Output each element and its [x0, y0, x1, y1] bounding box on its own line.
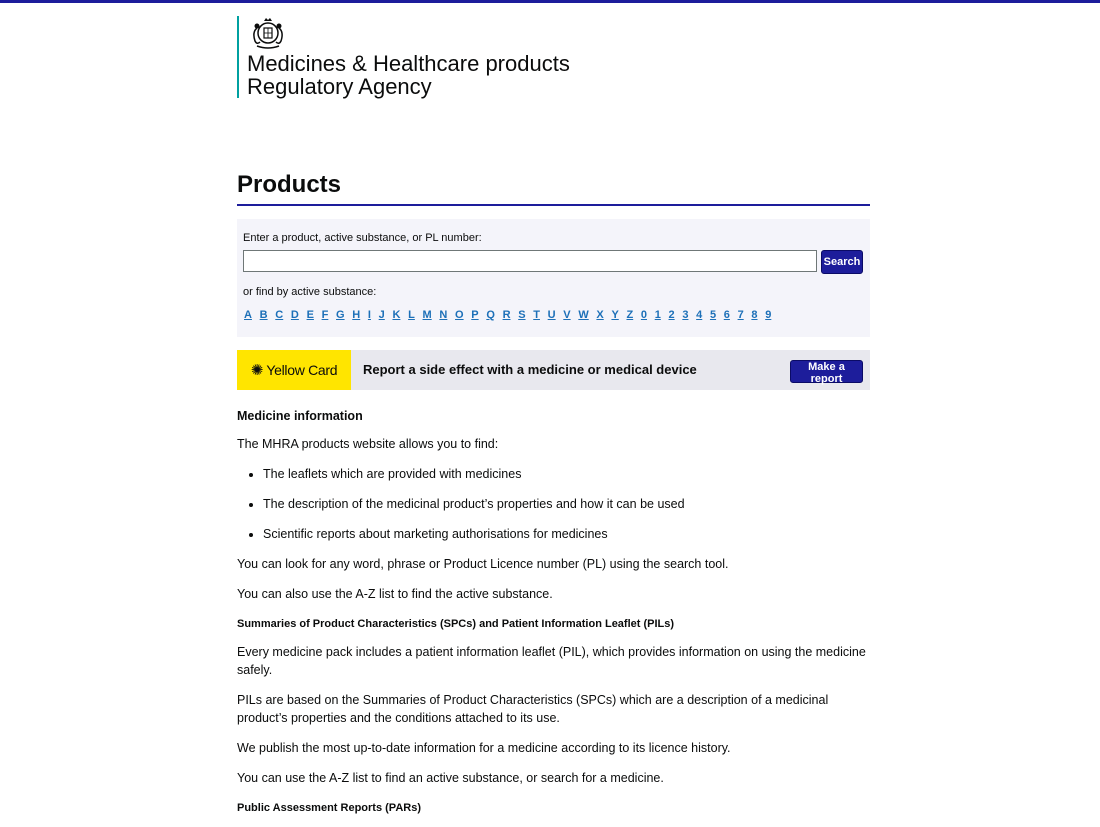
az-link-k[interactable]: K [392, 309, 400, 321]
page: Medicines & Healthcare products Regulato… [0, 3, 1100, 825]
az-link-2[interactable]: 2 [669, 309, 675, 321]
az-link-o[interactable]: O [455, 309, 464, 321]
az-link-j[interactable]: J [379, 309, 385, 321]
az-search-paragraph: You can use the A-Z list to find an acti… [237, 771, 664, 785]
az-link-r[interactable]: R [503, 309, 511, 321]
az-link-p[interactable]: P [471, 309, 478, 321]
az-link-8[interactable]: 8 [751, 309, 757, 321]
az-link-i[interactable]: I [368, 309, 371, 321]
az-label: or find by active substance: [243, 286, 377, 298]
az-link-b[interactable]: B [260, 309, 268, 321]
pil-paragraph: Every medicine pack includes a patient i… [237, 645, 866, 677]
search-panel: Enter a product, active substance, or PL… [237, 219, 870, 337]
az-link-y[interactable]: Y [611, 309, 618, 321]
page-title: Products [237, 171, 342, 198]
yellow-card-banner: ✺ Yellow Card Report a side effect with … [237, 350, 870, 390]
az-link-n[interactable]: N [439, 309, 447, 321]
az-link-s[interactable]: S [518, 309, 525, 321]
publish-paragraph: We publish the most up-to-date informati… [237, 741, 731, 755]
search-input[interactable] [243, 250, 817, 272]
feature-list: The leaflets which are provided with med… [237, 465, 870, 543]
mhra-logo[interactable]: Medicines & Healthcare products Regulato… [237, 16, 570, 98]
yellow-card-logo[interactable]: ✺ Yellow Card [237, 350, 351, 390]
az-list: ABCDEFGHIJKLMNOPQRSTUVWXYZ0123456789 [244, 309, 779, 321]
az-link-g[interactable]: G [336, 309, 345, 321]
az-link-t[interactable]: T [533, 309, 540, 321]
az-link-d[interactable]: D [291, 309, 299, 321]
make-a-report-button[interactable]: Make a report [790, 360, 863, 385]
az-link-q[interactable]: Q [486, 309, 495, 321]
az-link-m[interactable]: M [423, 309, 432, 321]
az-link-5[interactable]: 5 [710, 309, 716, 321]
az-link-x[interactable]: X [596, 309, 603, 321]
list-item: Scientific reports about marketing autho… [263, 525, 870, 543]
az-link-e[interactable]: E [307, 309, 314, 321]
az-link-a[interactable]: A [244, 309, 252, 321]
az-link-6[interactable]: 6 [724, 309, 730, 321]
az-link-1[interactable]: 1 [655, 309, 661, 321]
az-link-9[interactable]: 9 [765, 309, 771, 321]
par-heading: Public Assessment Reports (PARs) [237, 802, 421, 814]
search-button[interactable]: Search [821, 250, 863, 274]
az-link-4[interactable]: 4 [696, 309, 702, 321]
intro-paragraph: The MHRA products website allows you to … [237, 437, 499, 451]
search-label: Enter a product, active substance, or PL… [243, 232, 482, 244]
list-item: The leaflets which are provided with med… [263, 465, 870, 483]
az-link-c[interactable]: C [275, 309, 283, 321]
az-link-3[interactable]: 3 [682, 309, 688, 321]
az-link-7[interactable]: 7 [738, 309, 744, 321]
logo-text-line1: Medicines & Healthcare products [247, 51, 570, 76]
search-tool-paragraph: You can look for any word, phrase or Pro… [237, 557, 729, 571]
az-list-paragraph: You can also use the A-Z list to find th… [237, 587, 553, 601]
spc-paragraph: PILs are based on the Summaries of Produ… [237, 693, 829, 725]
az-link-f[interactable]: F [322, 309, 329, 321]
az-link-0[interactable]: 0 [641, 309, 647, 321]
az-link-h[interactable]: H [352, 309, 360, 321]
main-content: Medicine information The MHRA products w… [237, 407, 870, 827]
yellow-card-logo-text: Yellow Card [266, 362, 338, 378]
az-link-z[interactable]: Z [626, 309, 633, 321]
az-link-l[interactable]: L [408, 309, 415, 321]
yellow-card-sun-icon: ✺ [250, 362, 264, 379]
medicine-information-heading: Medicine information [237, 409, 363, 423]
spc-pil-heading: Summaries of Product Characteristics (SP… [237, 618, 675, 630]
logo-text-line2: Regulatory Agency [247, 74, 432, 99]
az-link-v[interactable]: V [563, 309, 570, 321]
royal-coat-of-arms-icon [253, 18, 283, 49]
title-divider [237, 204, 870, 206]
az-link-u[interactable]: U [548, 309, 556, 321]
list-item: The description of the medicinal product… [263, 495, 870, 513]
az-link-w[interactable]: W [578, 309, 588, 321]
yellow-card-message: Report a side effect with a medicine or … [363, 362, 697, 377]
